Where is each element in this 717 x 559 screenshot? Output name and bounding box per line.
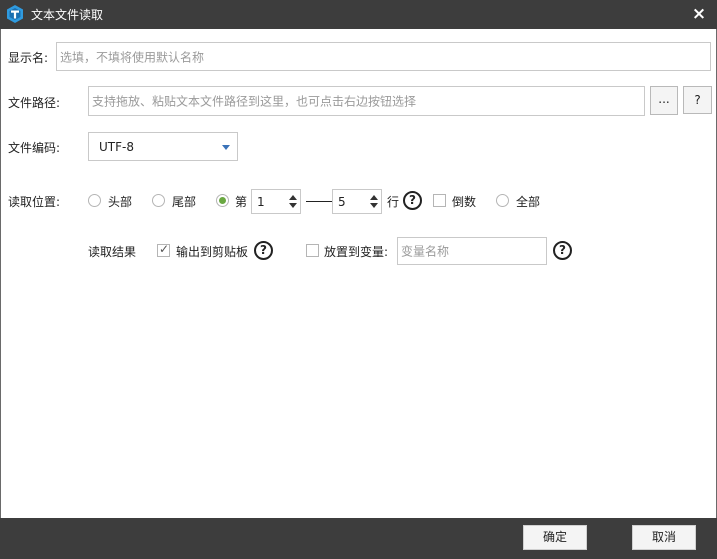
radio-all-label: 全部 (516, 195, 541, 209)
reverse-label: 倒数 (452, 195, 477, 209)
window-border-left (0, 29, 1, 518)
radio-head[interactable] (88, 194, 101, 207)
variable-help-icon[interactable]: ? (553, 241, 572, 260)
window-title: 文本文件读取 (31, 8, 104, 22)
display-name-placeholder: 选填，不填将使用默认名称 (60, 50, 205, 64)
clipboard-checkbox[interactable] (157, 242, 170, 257)
line-unit-label: 行 (387, 195, 400, 209)
clipboard-label: 输出到剪贴板 (176, 245, 249, 259)
radio-line-range[interactable] (216, 194, 229, 207)
file-path-help-button[interactable]: ? (683, 86, 712, 114)
variable-checkbox[interactable] (306, 244, 319, 257)
dialog-footer: 确定 取消 (0, 518, 717, 559)
read-position-label: 读取位置: (8, 195, 61, 209)
variable-name-input[interactable]: 变量名称 (397, 237, 547, 265)
radio-line-range-label: 第 (235, 195, 248, 209)
start-line-spinner[interactable]: 1 (251, 189, 301, 214)
file-path-input[interactable]: 支持拖放、粘贴文本文件路径到这里，也可点击右边按钮选择 (88, 86, 645, 116)
read-result-label: 读取结果 (88, 245, 137, 259)
variable-name-placeholder: 变量名称 (401, 244, 450, 259)
read-position-help-icon[interactable]: ? (403, 191, 422, 210)
radio-all[interactable] (496, 194, 509, 207)
encoding-label: 文件编码: (8, 141, 61, 155)
radio-head-label: 头部 (108, 195, 133, 209)
radio-tail-label: 尾部 (172, 195, 197, 209)
ok-button[interactable]: 确定 (523, 525, 587, 550)
end-line-value: 5 (338, 194, 346, 209)
file-path-label: 文件路径: (8, 96, 61, 110)
browse-button[interactable]: ... (650, 86, 678, 115)
display-name-label: 显示名: (8, 51, 49, 65)
file-path-placeholder: 支持拖放、粘贴文本文件路径到这里，也可点击右边按钮选择 (92, 94, 417, 109)
end-line-spinner[interactable]: 5 (332, 189, 382, 214)
dropdown-arrow-icon (222, 145, 230, 150)
radio-tail[interactable] (152, 194, 165, 207)
range-dash (306, 201, 332, 202)
encoding-select[interactable]: UTF-8 (88, 132, 238, 161)
display-name-input[interactable]: 选填，不填将使用默认名称 (56, 42, 711, 71)
cancel-button[interactable]: 取消 (632, 525, 696, 550)
close-icon[interactable]: × (689, 4, 709, 24)
start-line-value: 1 (257, 194, 265, 209)
title-bar: 文本文件读取 × (0, 0, 717, 29)
encoding-value: UTF-8 (99, 139, 134, 154)
spinner-arrows-icon[interactable] (288, 190, 298, 213)
app-logo-icon (7, 5, 23, 23)
spinner-arrows-icon[interactable] (369, 190, 379, 213)
reverse-checkbox[interactable] (433, 194, 446, 207)
clipboard-help-icon[interactable]: ? (254, 241, 273, 260)
variable-label: 放置到变量: (324, 245, 389, 259)
